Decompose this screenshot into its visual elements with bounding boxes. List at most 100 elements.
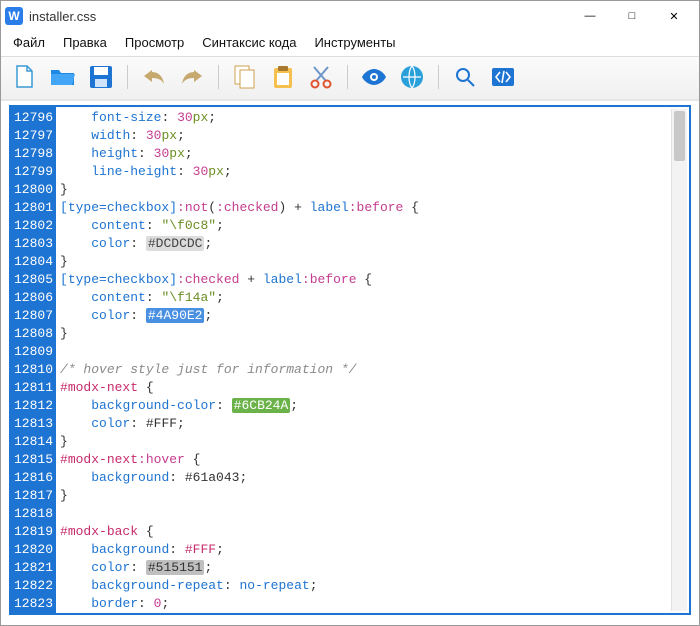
token-prop: background: [91, 542, 169, 557]
code-line[interactable]: }: [60, 325, 685, 343]
token-punct: ;: [216, 542, 224, 557]
token-punct: {: [357, 272, 373, 287]
token-indent: [60, 110, 91, 125]
redo-icon: [180, 67, 204, 87]
token-pseudo: :before: [302, 272, 357, 287]
code-line[interactable]: background-repeat: no-repeat;: [60, 577, 685, 595]
token-indent: [60, 578, 91, 593]
token-punct: :: [138, 596, 154, 611]
code-line[interactable]: background: #61a043;: [60, 469, 685, 487]
code-line[interactable]: /* hover style just for information */: [60, 361, 685, 379]
vertical-scrollbar[interactable]: [671, 109, 687, 611]
code-line[interactable]: color: #FFF;: [60, 415, 685, 433]
token-str: "\f0c8": [161, 218, 216, 233]
code-line[interactable]: }: [60, 433, 685, 451]
menu-syntax[interactable]: Синтаксис кода: [200, 33, 298, 52]
search-icon: [454, 66, 476, 88]
token-punct: :: [130, 128, 146, 143]
token-num: 30: [146, 128, 162, 143]
save-button[interactable]: [87, 63, 115, 91]
code-line[interactable]: [60, 505, 685, 523]
token-punct: ) +: [279, 200, 310, 215]
code-line[interactable]: }: [60, 181, 685, 199]
line-number: 12806: [14, 289, 53, 307]
preview-button[interactable]: [360, 63, 388, 91]
browser-button[interactable]: [398, 63, 426, 91]
token-punct: :: [130, 308, 146, 323]
paste-button[interactable]: [269, 63, 297, 91]
menu-view[interactable]: Просмотр: [123, 33, 186, 52]
token-indent: [60, 128, 91, 143]
code-line[interactable]: [type=checkbox]:not(:checked) + label:be…: [60, 199, 685, 217]
token-punct: {: [185, 452, 201, 467]
maximize-button[interactable]: □: [611, 2, 653, 30]
copy-button[interactable]: [231, 63, 259, 91]
codeview-button[interactable]: [489, 63, 517, 91]
token-punct: }: [60, 254, 68, 269]
line-number-gutter: 1279612797127981279912800128011280212803…: [11, 107, 56, 613]
cut-button[interactable]: [307, 63, 335, 91]
separator: [127, 65, 128, 89]
token-punct: :: [130, 236, 146, 251]
line-number: 12803: [14, 235, 53, 253]
token-pseudo: :checked: [216, 200, 278, 215]
menu-file[interactable]: Файл: [11, 33, 47, 52]
code-line[interactable]: color: #DCDCDC;: [60, 235, 685, 253]
minimize-button[interactable]: —: [569, 2, 611, 30]
open-button[interactable]: [49, 63, 77, 91]
token-punct: ;: [310, 578, 318, 593]
line-number: 12805: [14, 271, 53, 289]
code-line[interactable]: #modx-next:hover {: [60, 451, 685, 469]
code-line[interactable]: [60, 343, 685, 361]
scroll-thumb[interactable]: [674, 111, 685, 161]
editor[interactable]: 1279612797127981279912800128011280212803…: [9, 105, 691, 615]
code-area[interactable]: font-size: 30px; width: 30px; height: 30…: [56, 107, 689, 613]
code-line[interactable]: [type=checkbox]:checked + label:before {: [60, 271, 685, 289]
close-button[interactable]: ✕: [653, 2, 695, 30]
menu-edit[interactable]: Правка: [61, 33, 109, 52]
token-punct: ;: [208, 110, 216, 125]
color-swatch: #6CB24A: [232, 398, 291, 413]
separator: [438, 65, 439, 89]
code-line[interactable]: }: [60, 253, 685, 271]
code-line[interactable]: #modx-next {: [60, 379, 685, 397]
token-punct: :: [169, 542, 185, 557]
code-line[interactable]: #modx-back {: [60, 523, 685, 541]
redo-button[interactable]: [178, 63, 206, 91]
code-line[interactable]: width: 30px;: [60, 127, 685, 145]
token-punct: }: [60, 182, 68, 197]
token-punct: :: [224, 578, 240, 593]
line-number: 12799: [14, 163, 53, 181]
token-prop: color: [91, 560, 130, 575]
code-line[interactable]: border: 0;: [60, 595, 685, 613]
undo-button[interactable]: [140, 63, 168, 91]
toolbar: [1, 56, 699, 101]
token-punct: : #FFF;: [130, 416, 185, 431]
search-button[interactable]: [451, 63, 479, 91]
code-line[interactable]: height: 30px;: [60, 145, 685, 163]
token-punct: :: [130, 560, 146, 575]
code-line[interactable]: content: "\f14a";: [60, 289, 685, 307]
line-number: 12796: [14, 109, 53, 127]
code-line[interactable]: content: "\f0c8";: [60, 217, 685, 235]
code-line[interactable]: font-size: 30px;: [60, 109, 685, 127]
token-num: 30: [177, 110, 193, 125]
menu-tools[interactable]: Инструменты: [312, 33, 397, 52]
token-pseudo: :hover: [138, 452, 185, 467]
token-str: "\f14a": [161, 290, 216, 305]
new-file-button[interactable]: [11, 63, 39, 91]
code-line[interactable]: }: [60, 487, 685, 505]
token-prop: height: [91, 146, 138, 161]
color-swatch: #515151: [146, 560, 205, 575]
code-line[interactable]: color: #4A90E2;: [60, 307, 685, 325]
code-line[interactable]: background-color: #6CB24A;: [60, 397, 685, 415]
line-number: 12820: [14, 541, 53, 559]
line-number: 12797: [14, 127, 53, 145]
token-sel: label: [310, 200, 349, 215]
code-line[interactable]: color: #515151;: [60, 559, 685, 577]
app-icon: W: [5, 7, 23, 25]
code-line[interactable]: background: #FFF;: [60, 541, 685, 559]
token-unit: px: [193, 110, 209, 125]
code-line[interactable]: line-height: 30px;: [60, 163, 685, 181]
token-indent: [60, 398, 91, 413]
